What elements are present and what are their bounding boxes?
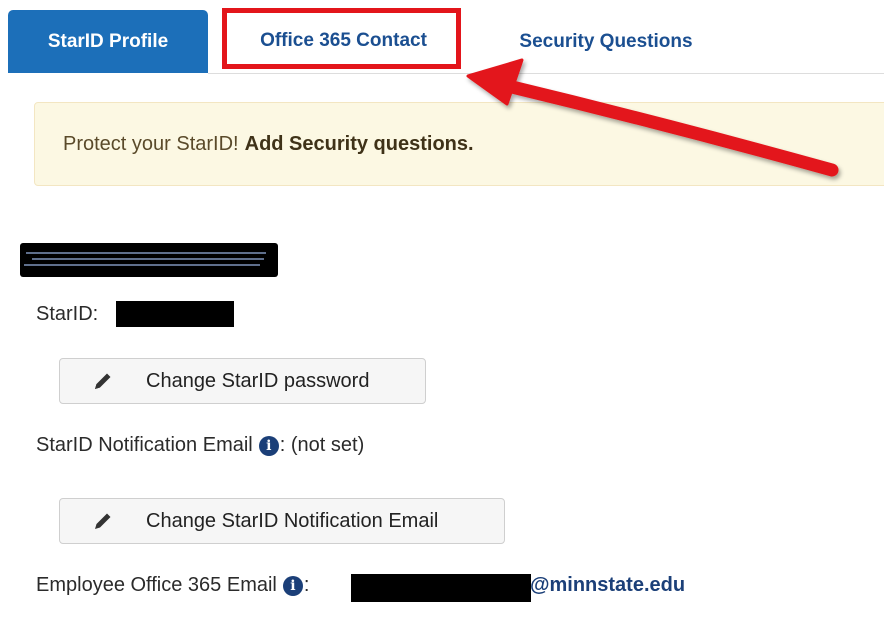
employee-email-row: Employee Office 365 Email i : bbox=[36, 574, 309, 597]
button-label: Change StarID Notification Email bbox=[146, 509, 439, 532]
notification-email-value: : (not set) bbox=[279, 434, 365, 456]
tab-label: StarID Profile bbox=[47, 30, 169, 52]
redacted-starid bbox=[116, 301, 234, 327]
tab-starid-profile[interactable]: StarID Profile bbox=[8, 10, 208, 73]
tab-label: Security Questions bbox=[519, 30, 693, 52]
notification-email-row: StarID Notification Email i : (not set) bbox=[36, 434, 364, 457]
info-icon[interactable]: i bbox=[258, 435, 279, 456]
tab-divider bbox=[208, 73, 884, 74]
info-icon[interactable]: i bbox=[282, 575, 303, 596]
notification-email-label: StarID Notification Email bbox=[36, 434, 253, 456]
pencil-icon bbox=[60, 510, 146, 532]
tab-office-365-contact[interactable]: Office 365 Contact bbox=[222, 12, 465, 69]
alert-strong-text: Add Security questions. bbox=[244, 132, 474, 155]
pencil-icon bbox=[60, 370, 146, 392]
change-notification-email-button[interactable]: Change StarID Notification Email bbox=[59, 498, 505, 544]
tab-bar: StarID Profile Office 365 Contact Securi… bbox=[0, 0, 884, 74]
redacted-email-user bbox=[351, 574, 531, 602]
employee-email-label: Employee Office 365 Email bbox=[36, 574, 277, 596]
redacted-name bbox=[20, 243, 278, 277]
button-label: Change StarID password bbox=[146, 369, 370, 392]
tab-label: Office 365 Contact bbox=[260, 29, 427, 51]
security-alert: Protect your StarID! Add Security questi… bbox=[34, 102, 884, 186]
employee-email-domain: @minnstate.edu bbox=[530, 574, 686, 596]
starid-profile-page: StarID Profile Office 365 Contact Securi… bbox=[0, 0, 884, 617]
tab-security-questions[interactable]: Security Questions bbox=[482, 10, 730, 73]
alert-text: Protect your StarID! bbox=[63, 132, 239, 155]
change-password-button[interactable]: Change StarID password bbox=[59, 358, 426, 404]
employee-email-sep: : bbox=[303, 574, 310, 596]
starid-label: StarID: bbox=[36, 303, 99, 325]
